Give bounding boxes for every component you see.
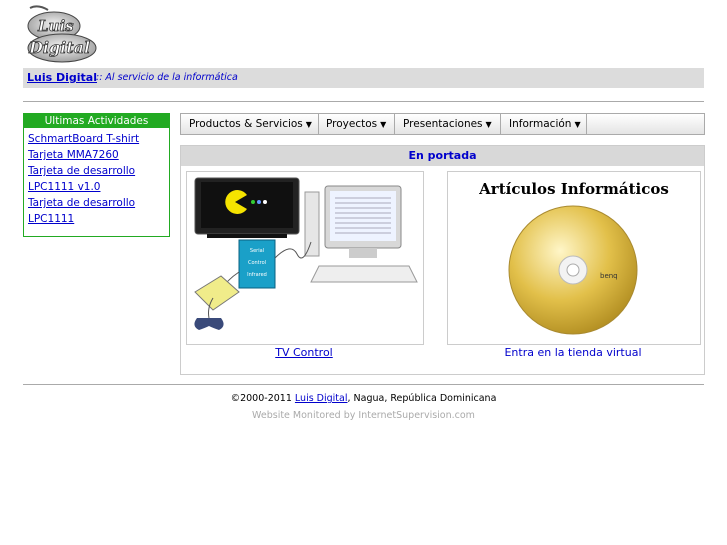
caret-down-icon: ▼ [380,120,387,129]
main-menu: Productos & Servicios ▼ Proyectos ▼ Presen… [180,113,705,135]
activity-link-lpc1111-v1[interactable]: Tarjeta de desarrollo LPC1111 v1.0 [28,163,169,195]
menu-informacion[interactable]: Información ▼ [501,114,587,134]
slogan-text: :: Al servicio de la informática [96,72,238,83]
activity-link-mma7260[interactable]: Tarjeta MMA7260 [28,147,169,163]
menu-label: Proyectos [326,118,378,130]
box-label-serial: Serial [250,248,264,254]
menu-label: Productos & Servicios [189,118,303,130]
menu-presentaciones[interactable]: Presentaciones ▼ [395,114,501,134]
caret-down-icon: ▼ [574,120,581,129]
monitor-link[interactable]: Website Monitored by InternetSupervision… [252,410,475,421]
box-label-control: Control [248,260,266,266]
menu-label: Presentaciones [403,118,483,130]
menu-label: Información [509,118,572,130]
footer-location: , Nagua, República Dominicana [347,393,497,404]
caret-down-icon: ▼ [305,120,312,129]
cd-illustration: benq [508,205,638,335]
site-logo[interactable]: Luis Digital [24,4,98,64]
featured-section: En portada Serial Control Infrared TV Co… [180,145,705,375]
copyright-text: ©2000-2011 [230,393,292,404]
activity-link-schmartboard[interactable]: SchmartBoard T-shirt [28,131,169,147]
recent-activities-title: Ultimas Actividades [24,114,169,128]
footer-monitor: Website Monitored by InternetSupervision… [0,410,727,421]
recent-activities-list: SchmartBoard T-shirt Tarjeta MMA7260 Tar… [24,128,169,227]
keyboard-icon [310,265,418,283]
tv-control-illustration: Serial Control Infrared [194,177,418,330]
bottom-divider [23,384,704,385]
box-label-infrared: Infrared [247,272,267,278]
store-panel[interactable]: Artículos Informáticos benq [447,171,701,345]
tagline-bar: Luis Digital :: Al servicio de la inform… [23,68,704,88]
footer-copyright: ©2000-2011 Luis Digital, Nagua, Repúblic… [0,393,727,404]
tv-control-link[interactable]: TV Control [275,346,333,359]
logo-text-bottom: Digital [28,38,90,57]
menu-proyectos[interactable]: Proyectos ▼ [318,114,395,134]
pc-tower-icon [304,191,320,257]
featured-title: En portada [181,146,704,166]
gamepad-icon [194,318,224,330]
menu-productos-servicios[interactable]: Productos & Servicios ▼ [181,114,319,134]
tv-control-panel[interactable]: Serial Control Infrared [186,171,424,345]
circuit-board-icon [194,275,240,311]
footer-brand-link[interactable]: Luis Digital [295,393,348,404]
virtual-store-link[interactable]: Entra en la tienda virtual [504,346,641,359]
top-divider [23,101,704,102]
logo-text-top: Luis [37,17,74,35]
activity-link-lpc1111[interactable]: Tarjeta de desarrollo LPC1111 [28,195,169,227]
caret-down-icon: ▼ [485,120,492,129]
brand-link[interactable]: Luis Digital [27,71,97,84]
recent-activities-panel: Ultimas Actividades SchmartBoard T-shirt… [23,113,170,237]
disc-brand-text: benq [600,272,618,280]
